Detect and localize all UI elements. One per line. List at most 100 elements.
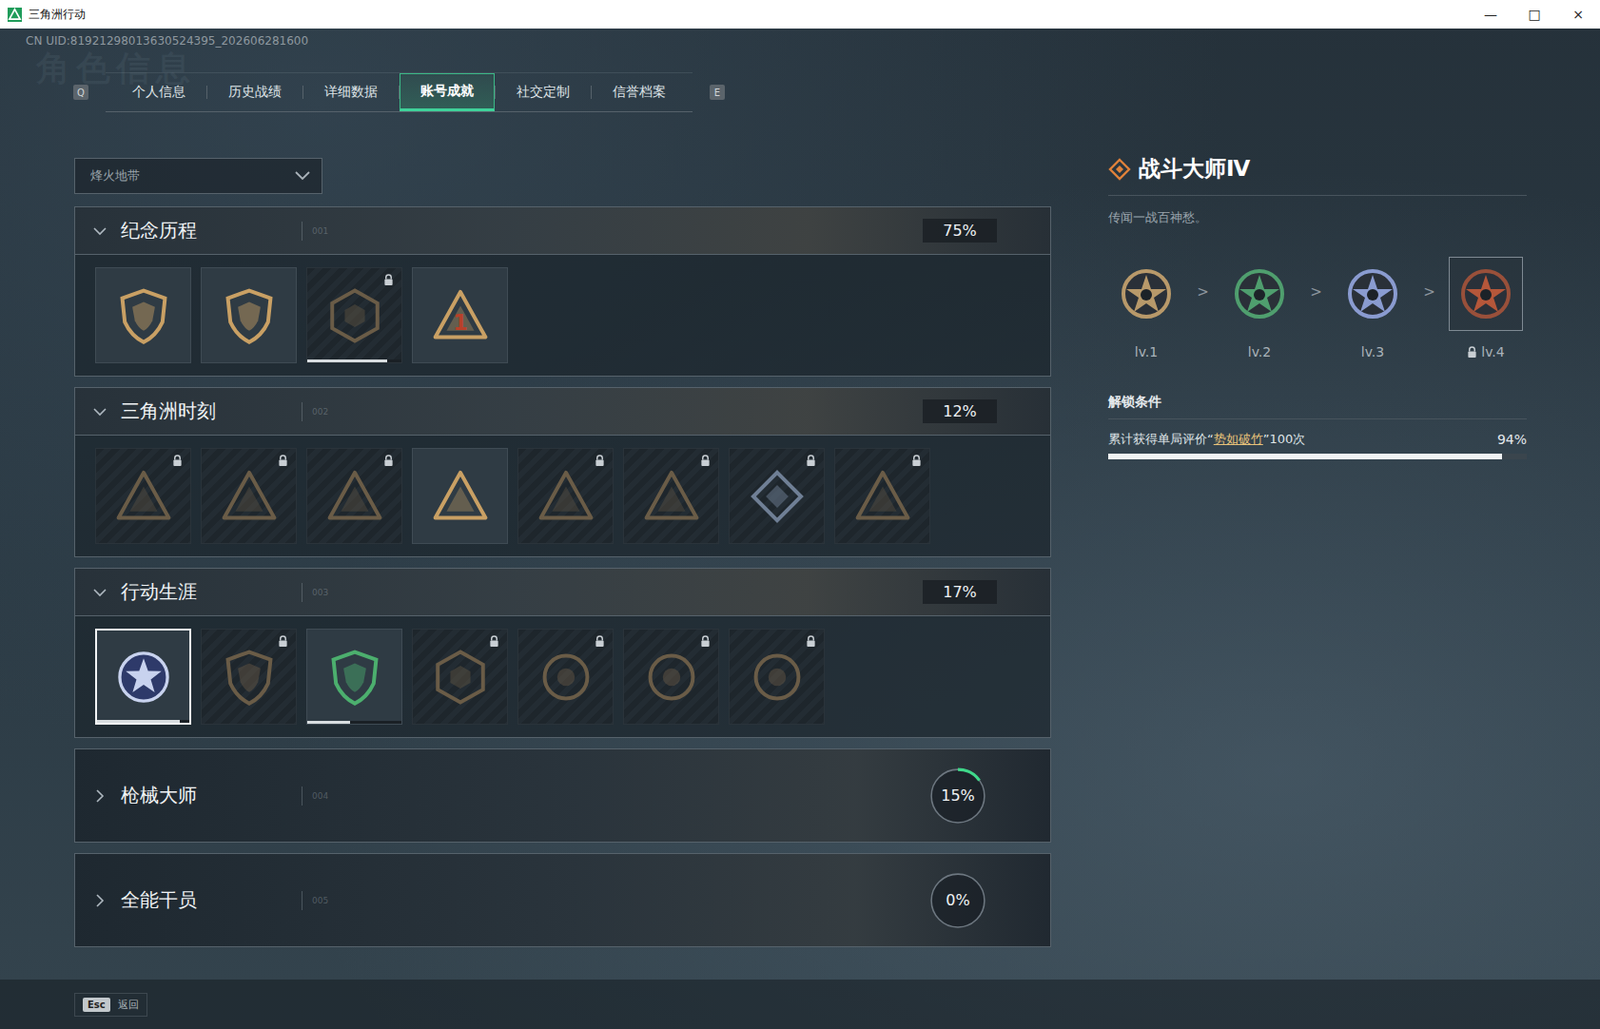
achievement-badge[interactable] bbox=[306, 628, 403, 725]
lock-icon bbox=[594, 454, 605, 468]
lock-icon bbox=[383, 454, 394, 468]
achievement-badge[interactable] bbox=[95, 267, 192, 364]
achievement-badge[interactable] bbox=[623, 628, 720, 725]
badge-progress bbox=[307, 721, 402, 724]
chevron-down-icon bbox=[92, 404, 108, 420]
tri-emblem-icon bbox=[217, 465, 281, 528]
window-control-button[interactable]: × bbox=[1556, 0, 1600, 29]
tab[interactable]: 详细数据 bbox=[303, 73, 399, 112]
achievement-badge[interactable] bbox=[517, 448, 614, 545]
section-title: 全能干员 bbox=[120, 887, 302, 914]
next-tab-key[interactable]: E bbox=[709, 84, 725, 100]
section-divider bbox=[301, 891, 303, 911]
lock-icon bbox=[277, 635, 289, 648]
achievement-section: 三角洲时刻 002 12% bbox=[74, 387, 1052, 558]
lock-icon bbox=[277, 454, 289, 468]
achievement-list: 烽火地带 纪念历程 001 75% 1 三角洲时刻 002 12% 行动生涯 0… bbox=[74, 112, 1052, 980]
chevron-down-icon bbox=[92, 585, 108, 601]
achievement-badge[interactable] bbox=[834, 448, 931, 545]
shield-emblem-icon bbox=[217, 284, 281, 348]
section-header[interactable]: 纪念历程 001 75% bbox=[75, 207, 1051, 255]
badge-grid bbox=[75, 435, 1051, 557]
detail-title-row: 战斗大师Ⅳ bbox=[1108, 154, 1527, 184]
section-divider bbox=[301, 221, 303, 241]
tab[interactable]: 账号成就 bbox=[399, 73, 495, 112]
achievement-section: 纪念历程 001 75% 1 bbox=[74, 206, 1052, 377]
tab-bar: 个人信息 历史战绩 详细数据 账号成就 社交定制 信誉档案 bbox=[105, 72, 693, 113]
section-percent: 15% bbox=[940, 786, 976, 805]
section-percent: 75% bbox=[922, 218, 997, 243]
level-medal bbox=[1448, 256, 1523, 332]
circle-emblem-icon bbox=[534, 645, 598, 709]
section-header[interactable]: 全能干员 005 0% bbox=[75, 854, 1051, 947]
achievement-badge[interactable] bbox=[200, 628, 297, 725]
achievement-badge[interactable] bbox=[95, 448, 192, 545]
lock-icon bbox=[805, 635, 817, 648]
level-label: lv.4 bbox=[1466, 344, 1504, 360]
condition-highlight[interactable]: 势如破竹 bbox=[1213, 431, 1264, 447]
tri-emblem-icon bbox=[534, 465, 598, 528]
tab[interactable]: 个人信息 bbox=[111, 73, 207, 112]
section-header[interactable]: 枪械大师 004 15% bbox=[75, 749, 1051, 842]
section-title: 三角洲时刻 bbox=[120, 398, 302, 425]
window-control-button[interactable]: — bbox=[1468, 0, 1513, 29]
achievement-badge[interactable] bbox=[623, 448, 720, 545]
achievement-badge[interactable] bbox=[306, 448, 403, 545]
tri-emblem-icon bbox=[429, 465, 492, 528]
section-divider bbox=[301, 583, 303, 603]
lock-icon bbox=[172, 454, 183, 468]
level-item[interactable]: lv.4 bbox=[1447, 256, 1524, 360]
achievement-badge[interactable] bbox=[411, 628, 508, 725]
level-medal bbox=[1109, 256, 1184, 332]
lock-icon bbox=[911, 454, 922, 468]
shield-emblem-icon bbox=[217, 645, 281, 709]
medal-icon bbox=[1117, 265, 1175, 323]
back-button[interactable]: Esc 返回 bbox=[74, 993, 148, 1017]
achievement-badge[interactable] bbox=[200, 448, 297, 545]
section-header[interactable]: 行动生涯 003 17% bbox=[75, 568, 1051, 617]
window-control-button[interactable]: □ bbox=[1512, 0, 1557, 29]
chevron-down-icon bbox=[294, 171, 311, 181]
lock-icon bbox=[805, 454, 817, 468]
section-percent: 12% bbox=[922, 399, 997, 424]
section-divider bbox=[301, 786, 303, 806]
level-medal bbox=[1335, 256, 1410, 332]
condition-reading: 94% bbox=[1497, 431, 1527, 448]
lock-icon bbox=[383, 273, 394, 287]
achievement-badge[interactable] bbox=[200, 267, 297, 364]
level-item[interactable]: lv.1 bbox=[1108, 256, 1185, 360]
level-item[interactable]: lv.3 bbox=[1334, 256, 1411, 360]
level-list: lv.1> lv.2> lv.3> lv.4 bbox=[1108, 256, 1527, 360]
tab-separator bbox=[590, 85, 592, 99]
level-arrow: > bbox=[1184, 283, 1222, 301]
medal-icon bbox=[1344, 265, 1402, 323]
detail-title: 战斗大师Ⅳ bbox=[1138, 154, 1250, 184]
achievement-badge[interactable] bbox=[728, 448, 825, 545]
achievement-badge[interactable] bbox=[517, 628, 614, 725]
tab-separator bbox=[206, 85, 208, 99]
tab[interactable]: 信誉档案 bbox=[591, 73, 687, 112]
shield-emblem-icon bbox=[112, 284, 176, 348]
svg-text:1: 1 bbox=[452, 309, 469, 334]
level-label: lv.1 bbox=[1134, 344, 1158, 360]
achievement-badge[interactable] bbox=[306, 267, 403, 364]
chevron-right-icon bbox=[92, 893, 108, 909]
section-title: 行动生涯 bbox=[120, 579, 302, 605]
prev-tab-key[interactable]: Q bbox=[73, 84, 89, 100]
tab[interactable]: 历史战绩 bbox=[207, 73, 303, 112]
window-title: 三角洲行动 bbox=[28, 6, 86, 23]
lock-icon bbox=[1466, 346, 1478, 359]
level-arrow: > bbox=[1297, 283, 1335, 301]
mode-dropdown[interactable]: 烽火地带 bbox=[74, 157, 323, 195]
achievement-badge[interactable]: 1 bbox=[411, 267, 508, 364]
lock-icon bbox=[594, 635, 605, 648]
achievement-badge[interactable] bbox=[728, 628, 825, 725]
tab[interactable]: 社交定制 bbox=[495, 73, 591, 112]
achievement-badge[interactable] bbox=[95, 628, 192, 725]
achievement-section: 行动生涯 003 17% bbox=[74, 567, 1052, 739]
achievement-badge[interactable] bbox=[411, 448, 508, 545]
level-item[interactable]: lv.2 bbox=[1221, 256, 1298, 360]
uid-label: CN UID:81921298013630524395_202606281600 bbox=[0, 28, 1600, 50]
section-code: 005 bbox=[312, 896, 329, 906]
section-header[interactable]: 三角洲时刻 002 12% bbox=[75, 388, 1051, 436]
